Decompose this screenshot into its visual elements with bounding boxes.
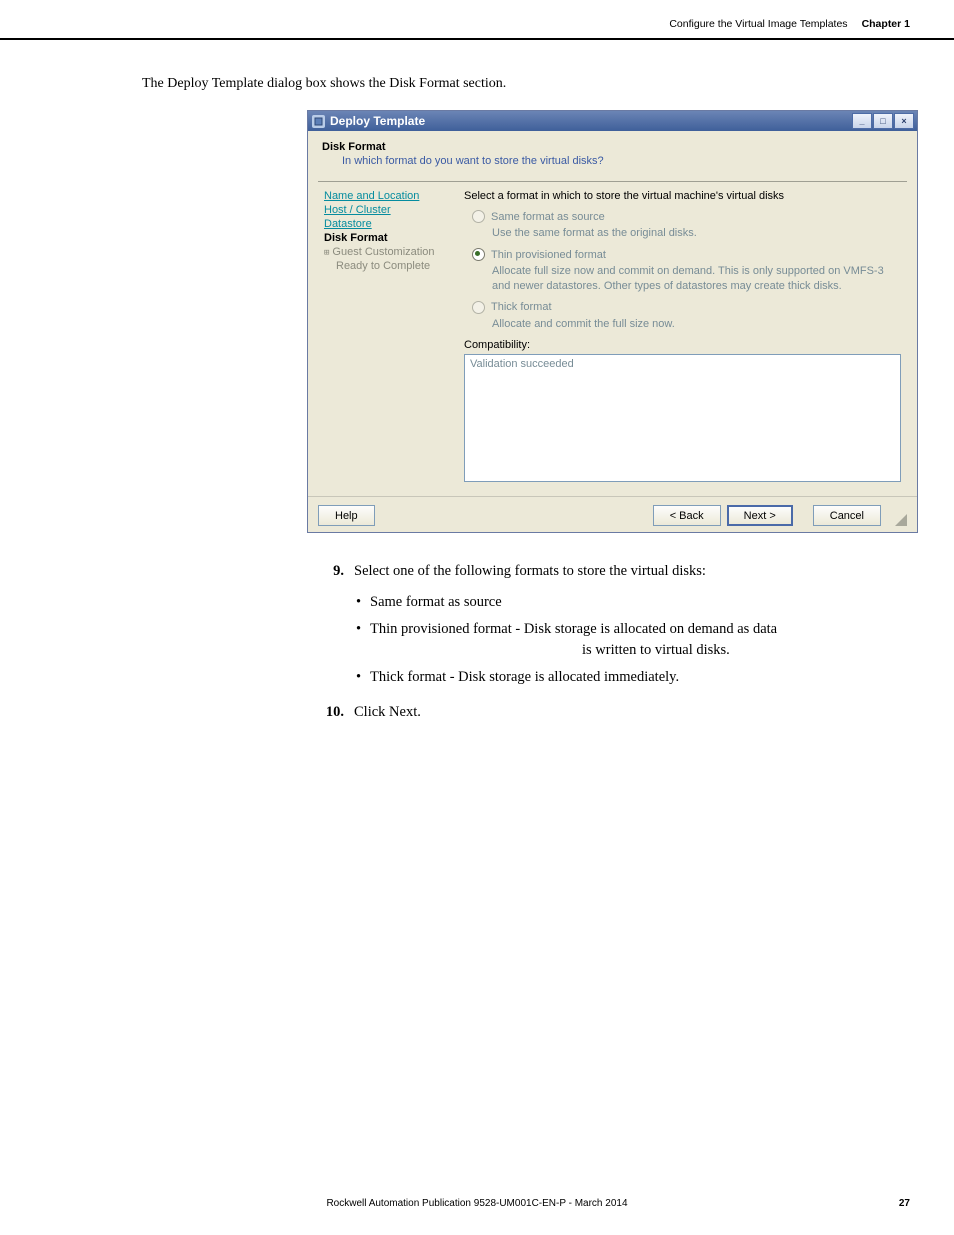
- tree-expander-icon: ⊞: [324, 248, 329, 258]
- thin-desc: Allocate full size now and commit on dem…: [492, 264, 901, 293]
- footer-page-number: 27: [870, 1198, 910, 1209]
- format-options-list: Same format as source Thin provisioned f…: [356, 592, 910, 688]
- radio-icon: [472, 248, 485, 261]
- step-10-text: Click Next.: [354, 702, 910, 723]
- titlebar: Deploy Template _ □ ×: [308, 111, 917, 131]
- app-icon: [312, 115, 325, 128]
- nav-host-cluster[interactable]: Host / Cluster: [324, 204, 450, 216]
- nav-name-location[interactable]: Name and Location: [324, 190, 450, 202]
- section-heading: Disk Format: [322, 141, 907, 153]
- nav-disk-format[interactable]: Disk Format: [324, 232, 450, 244]
- header-chapter: Chapter 1: [862, 18, 910, 30]
- list-item: Same format as source: [356, 592, 910, 613]
- list-item: Thick format - Disk storage is allocated…: [356, 667, 910, 688]
- radio-thin-provisioned[interactable]: Thin provisioned format: [472, 248, 901, 261]
- nav-guest-customization: ⊞Guest Customization: [324, 246, 450, 258]
- compatibility-box: Validation succeeded: [464, 354, 901, 482]
- instruction-text: 9. Select one of the following formats t…: [314, 561, 910, 723]
- next-button[interactable]: Next >: [727, 505, 793, 526]
- radio-thick-label: Thick format: [491, 301, 552, 313]
- header-section-title: Configure the Virtual Image Templates: [669, 18, 847, 30]
- compatibility-label: Compatibility:: [464, 339, 901, 351]
- same-format-desc: Use the same format as the original disk…: [492, 226, 901, 240]
- close-button[interactable]: ×: [894, 113, 914, 129]
- radio-same-format[interactable]: Same format as source: [472, 210, 901, 223]
- radio-thick-format[interactable]: Thick format: [472, 301, 901, 314]
- radio-icon: [472, 301, 485, 314]
- nav-ready-complete: Ready to Complete: [336, 260, 450, 272]
- list-item: Thin provisioned format - Disk storage i…: [356, 619, 910, 661]
- help-button[interactable]: Help: [318, 505, 375, 526]
- cancel-button[interactable]: Cancel: [813, 505, 881, 526]
- button-bar: Help < Back Next > Cancel: [308, 496, 917, 532]
- back-button[interactable]: < Back: [653, 505, 721, 526]
- nav-datastore[interactable]: Datastore: [324, 218, 450, 230]
- page-footer: Rockwell Automation Publication 9528-UM0…: [44, 1198, 910, 1209]
- minimize-button[interactable]: _: [852, 113, 872, 129]
- section-subheading: In which format do you want to store the…: [342, 155, 907, 167]
- dialog-title: Deploy Template: [330, 114, 852, 128]
- compatibility-value: Validation succeeded: [470, 358, 574, 370]
- radio-same-format-label: Same format as source: [491, 211, 605, 223]
- resize-grip-icon[interactable]: [895, 514, 907, 526]
- figure-caption: The Deploy Template dialog box shows the…: [142, 76, 910, 92]
- radio-thin-label: Thin provisioned format: [491, 249, 606, 261]
- step-9-text: Select one of the following formats to s…: [354, 561, 910, 582]
- wizard-main-pane: Select a format in which to store the vi…: [456, 190, 907, 488]
- deploy-template-dialog: Deploy Template _ □ × Disk Format In whi…: [307, 110, 918, 533]
- footer-publication: Rockwell Automation Publication 9528-UM0…: [84, 1198, 870, 1209]
- pane-intro: Select a format in which to store the vi…: [464, 190, 901, 202]
- page-header: Configure the Virtual Image Templates Ch…: [0, 0, 954, 40]
- step-10-number: 10.: [314, 702, 344, 723]
- maximize-button[interactable]: □: [873, 113, 893, 129]
- thick-desc: Allocate and commit the full size now.: [492, 317, 901, 331]
- step-9-number: 9.: [314, 561, 344, 582]
- wizard-nav: Name and Location Host / Cluster Datasto…: [318, 190, 456, 488]
- radio-icon: [472, 210, 485, 223]
